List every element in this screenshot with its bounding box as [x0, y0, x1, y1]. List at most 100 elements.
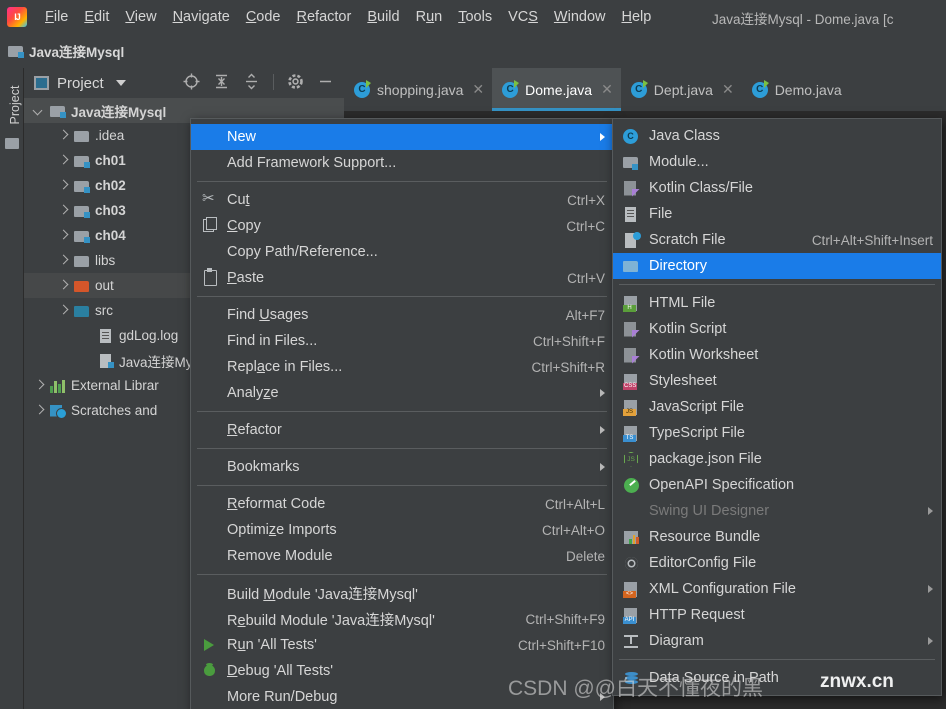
menubar-item-help[interactable]: Help [613, 7, 659, 27]
new-submenu-item-diagram[interactable]: Diagram [613, 628, 941, 654]
close-icon[interactable]: ✕ [601, 81, 613, 98]
context-menu-item-rebuild-module-java-mysql[interactable]: Rebuild Module 'Java连接Mysql' Ctrl+Shift+F… [191, 606, 613, 632]
context-menu-item-add-framework-support[interactable]: Add Framework Support... [191, 150, 613, 176]
chevron-right-icon[interactable] [58, 256, 68, 266]
context-menu-item-debug-all-tests[interactable]: Debug 'All Tests' [191, 658, 613, 684]
new-submenu-item-javascript-file[interactable]: JS JavaScript File [613, 394, 941, 420]
menu-item-shortcut: Ctrl+Shift+R [531, 359, 605, 375]
new-submenu-item-directory[interactable]: Directory [613, 253, 941, 279]
folder-icon [74, 129, 90, 143]
settings-gear-icon[interactable] [287, 73, 304, 90]
menubar-item-code[interactable]: Code [238, 7, 289, 27]
menubar-item-tools[interactable]: Tools [450, 7, 500, 27]
new-submenu-item-scratch-file[interactable]: Scratch File Ctrl+Alt+Shift+Insert [613, 227, 941, 253]
new-submenu-item-data-source-in-path[interactable]: Data Source in Path [613, 665, 941, 691]
new-submenu-item-package-json-file[interactable]: JS package.json File [613, 446, 941, 472]
context-menu-item-copy-path-reference[interactable]: Copy Path/Reference... [191, 239, 613, 265]
directory-icon [622, 258, 641, 275]
context-menu-item-build-module-java-mysql[interactable]: Build Module 'Java连接Mysql' [191, 580, 613, 606]
menubar-item-view[interactable]: View [117, 7, 164, 27]
chevron-right-icon[interactable] [58, 156, 68, 166]
context-menu-item-find-in-files[interactable]: Find in Files... Ctrl+Shift+F [191, 328, 613, 354]
menu-item-label: Rebuild Module 'Java连接Mysql' [227, 612, 435, 629]
source-folder-icon [74, 179, 90, 193]
menu-icon-placeholder [201, 422, 219, 438]
close-icon[interactable]: ✕ [722, 81, 734, 98]
context-menu-item-refactor[interactable]: Refactor [191, 417, 613, 443]
new-submenu-item-html-file[interactable]: H HTML File [613, 290, 941, 316]
expand-all-icon[interactable] [213, 73, 230, 90]
editor-tab-Demo-java[interactable]: C Demo.java [742, 68, 850, 111]
new-submenu-item-xml-configuration-file[interactable]: <> XML Configuration File [613, 576, 941, 602]
folder-icon [74, 254, 90, 268]
context-menu-item-reformat-code[interactable]: Reformat Code Ctrl+Alt+L [191, 491, 613, 517]
new-submenu-item-stylesheet[interactable]: CSS Stylesheet [613, 368, 941, 394]
chevron-down-icon[interactable] [115, 80, 126, 86]
new-submenu-item-module[interactable]: Module... [613, 149, 941, 175]
menu-item-label: Remove Module [227, 548, 333, 564]
menubar-item-build[interactable]: Build [359, 7, 407, 27]
locate-icon[interactable] [183, 73, 200, 90]
new-submenu-item-openapi-specification[interactable]: OpenAPI Specification [613, 472, 941, 498]
submenu-item-label: JavaScript File [649, 399, 745, 415]
context-menu-item-paste[interactable]: Paste Ctrl+V [191, 265, 613, 291]
breadcrumb[interactable]: Java连接Mysql [8, 41, 124, 61]
context-menu-item-analyze[interactable]: Analyze [191, 380, 613, 406]
context-menu-item-new[interactable]: New [191, 124, 613, 150]
menubar-item-file[interactable]: File [37, 7, 76, 27]
menubar-item-navigate[interactable]: Navigate [165, 7, 238, 27]
chevron-right-icon[interactable] [58, 181, 68, 191]
folder-icon[interactable] [5, 138, 19, 149]
new-submenu-item-kotlin-worksheet[interactable]: Kotlin Worksheet [613, 342, 941, 368]
menubar-item-edit[interactable]: Edit [76, 7, 117, 27]
tree-node-label: ch02 [95, 178, 126, 193]
new-submenu-item-http-request[interactable]: API HTTP Request [613, 602, 941, 628]
menu-icon-placeholder [201, 385, 219, 401]
chevron-right-icon[interactable] [58, 206, 68, 216]
new-submenu-item-java-class[interactable]: C Java Class [613, 123, 941, 149]
context-menu-item-bookmarks[interactable]: Bookmarks [191, 454, 613, 480]
new-submenu-item-typescript-file[interactable]: TS TypeScript File [613, 420, 941, 446]
menu-icon-placeholder [201, 522, 219, 538]
chevron-right-icon[interactable] [58, 231, 68, 241]
editor-tab-Dept-java[interactable]: C Dept.java ✕ [621, 68, 742, 111]
chevron-right-icon[interactable] [58, 131, 68, 141]
new-submenu[interactable]: C Java Class Module... Kotlin Class/File Fil… [612, 118, 942, 696]
context-menu-item-optimize-imports[interactable]: Optimize Imports Ctrl+Alt+O [191, 517, 613, 543]
context-menu-item-run-all-tests[interactable]: Run 'All Tests' Ctrl+Shift+F10 [191, 632, 613, 658]
context-menu-item-copy[interactable]: Copy Ctrl+C [191, 213, 613, 239]
menu-icon-placeholder [201, 155, 219, 171]
openapi-icon [622, 477, 641, 494]
context-menu-item-more-run-debug[interactable]: More Run/Debug [191, 684, 613, 709]
project-view-selector[interactable]: Project [34, 75, 126, 92]
editor-tab-Dome-java[interactable]: C Dome.java ✕ [492, 68, 621, 111]
collapse-all-icon[interactable] [243, 73, 260, 90]
chevron-right-icon[interactable] [34, 381, 44, 391]
menu-item-shortcut: Ctrl+Shift+F [532, 333, 605, 349]
menu-item-label: Reformat Code [227, 496, 326, 512]
menu-icon-placeholder [201, 585, 219, 601]
new-submenu-item-kotlin-script[interactable]: Kotlin Script [613, 316, 941, 342]
tree-node-label: Java连接My [119, 354, 193, 370]
menubar-item-refactor[interactable]: Refactor [289, 7, 360, 27]
menubar-item-vcs[interactable]: VCS [500, 7, 546, 27]
context-menu-item-cut[interactable]: Cut Ctrl+X [191, 187, 613, 213]
context-menu-item-remove-module[interactable]: Remove Module Delete [191, 543, 613, 569]
project-context-menu[interactable]: New Add Framework Support... Cut Ctrl+X Copy… [190, 118, 614, 709]
menubar-item-window[interactable]: Window [546, 7, 614, 27]
context-menu-item-find-usages[interactable]: Find Usages Alt+F7 [191, 302, 613, 328]
editor-tab-shopping-java[interactable]: Cshopping.java ✕ [344, 68, 492, 111]
context-menu-item-replace-in-files[interactable]: Replace in Files... Ctrl+Shift+R [191, 354, 613, 380]
new-submenu-item-kotlin-class-file[interactable]: Kotlin Class/File [613, 175, 941, 201]
hide-panel-icon[interactable] [317, 73, 334, 90]
chevron-right-icon[interactable] [34, 406, 44, 416]
new-submenu-item-editorconfig-file[interactable]: EditorConfig File [613, 550, 941, 576]
new-submenu-item-file[interactable]: File [613, 201, 941, 227]
tool-window-button-project[interactable]: Project [8, 77, 22, 133]
chevron-right-icon[interactable] [58, 281, 68, 291]
menubar-item-run[interactable]: Run [408, 7, 451, 27]
new-submenu-item-resource-bundle[interactable]: Resource Bundle [613, 524, 941, 550]
chevron-down-icon[interactable] [34, 106, 44, 116]
chevron-right-icon[interactable] [58, 306, 68, 316]
close-icon[interactable]: ✕ [472, 81, 484, 98]
